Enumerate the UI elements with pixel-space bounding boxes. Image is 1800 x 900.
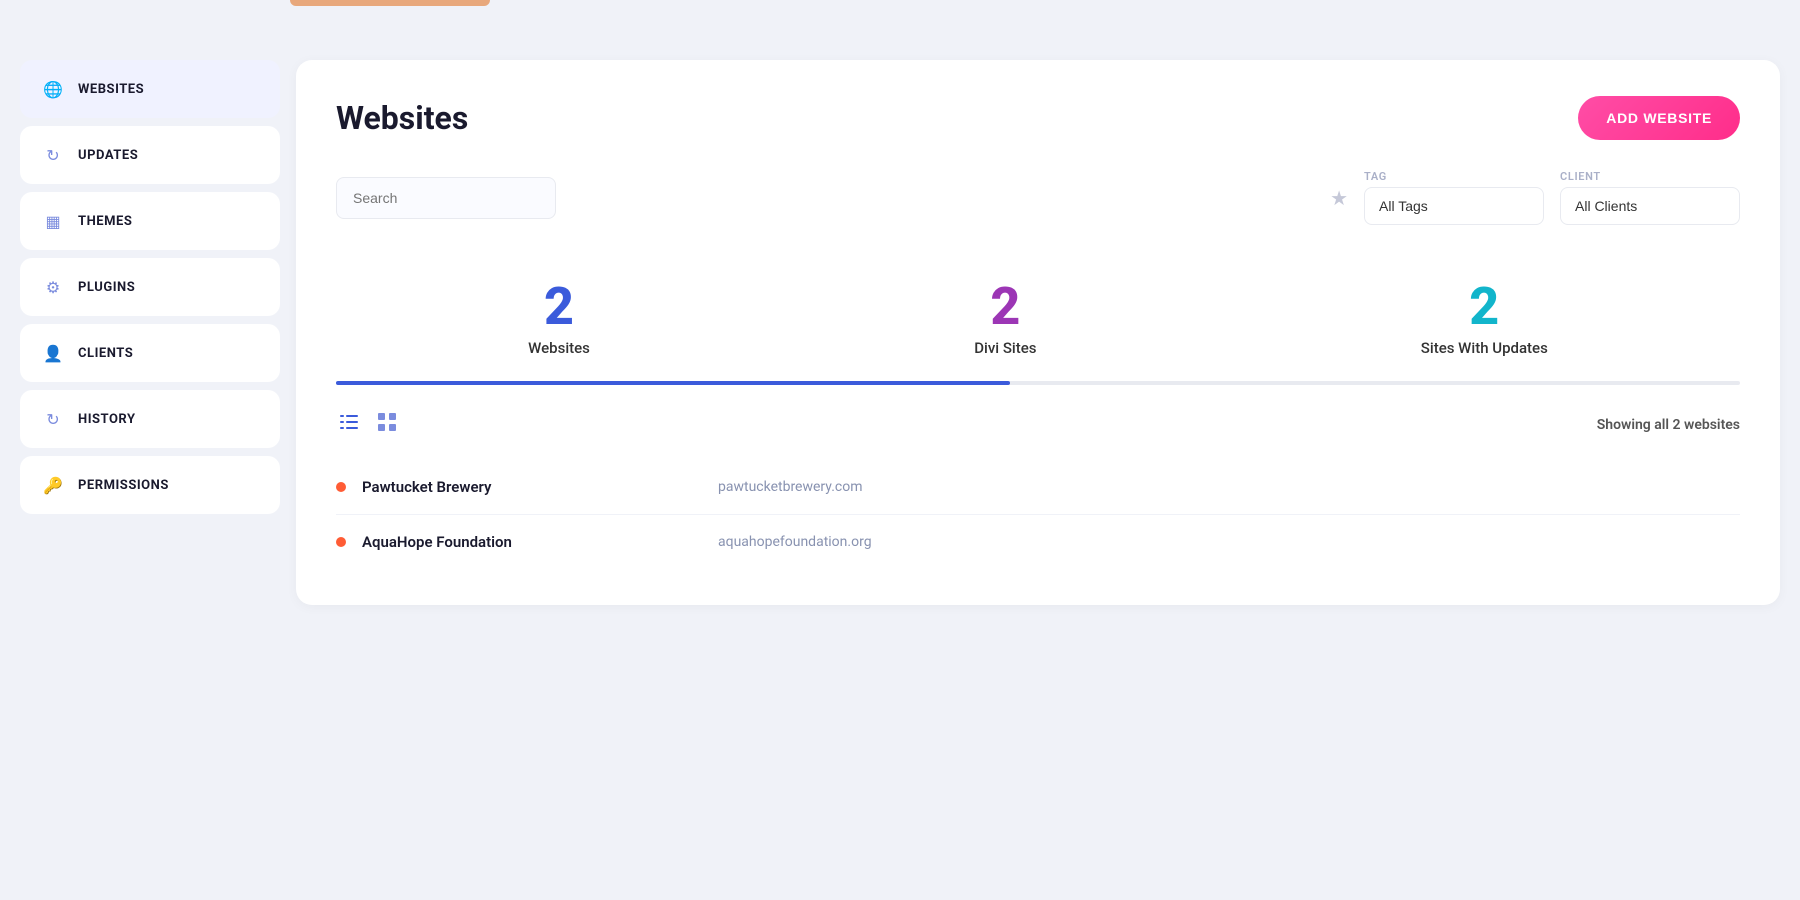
site-url: aquahopefoundation.org: [718, 534, 872, 550]
history-icon: ↻: [42, 408, 64, 430]
sidebar-label-plugins: PLUGINS: [78, 280, 135, 295]
table-row[interactable]: Pawtucket Brewery pawtucketbrewery.com: [336, 460, 1740, 515]
favorites-star-icon[interactable]: ★: [1330, 186, 1348, 210]
client-filter-label: CLIENT: [1560, 170, 1740, 183]
site-name: AquaHope Foundation: [362, 533, 582, 551]
table-row[interactable]: AquaHope Foundation aquahopefoundation.o…: [336, 515, 1740, 569]
sidebar-item-plugins[interactable]: ⚙ PLUGINS: [20, 258, 280, 316]
add-website-button[interactable]: ADD WEBSITE: [1578, 96, 1740, 140]
sidebar-item-permissions[interactable]: 🔑 PERMISSIONS: [20, 456, 280, 514]
list-view-button[interactable]: [336, 409, 362, 440]
sidebar-label-themes: THEMES: [78, 214, 132, 229]
client-filter-group: CLIENT All Clients: [1560, 170, 1740, 225]
sidebar-label-permissions: PERMISSIONS: [78, 478, 169, 493]
stats-row: 2 Websites 2 Divi Sites 2 Sites With Upd…: [336, 261, 1740, 381]
main-content: Websites ADD WEBSITE ★ TAG All Tags CLIE…: [296, 60, 1780, 605]
clients-icon: 👤: [42, 342, 64, 364]
list-view-icon: [340, 413, 358, 431]
filter-row: ★ TAG All Tags CLIENT All Clients: [336, 170, 1740, 225]
site-status-dot: [336, 482, 346, 492]
websites-icon: 🌐: [42, 78, 64, 100]
sidebar-label-clients: CLIENTS: [78, 346, 133, 361]
stat-label: Divi Sites: [974, 339, 1036, 357]
plugins-icon: ⚙: [42, 276, 64, 298]
app-layout: 🌐 WEBSITES ↻ UPDATES ▦ THEMES ⚙ PLUGINS …: [20, 60, 1780, 605]
tag-filter-group: TAG All Tags: [1364, 170, 1544, 225]
progress-bar: [336, 381, 1740, 385]
stat-divi-sites: 2 Divi Sites: [974, 281, 1036, 357]
site-url: pawtucketbrewery.com: [718, 479, 862, 495]
website-list: Pawtucket Brewery pawtucketbrewery.com A…: [336, 460, 1740, 569]
site-status-dot: [336, 537, 346, 547]
client-filter-select[interactable]: All Clients: [1560, 187, 1740, 225]
sidebar-label-history: HISTORY: [78, 412, 136, 427]
site-name: Pawtucket Brewery: [362, 478, 582, 496]
sidebar-label-websites: WEBSITES: [78, 82, 144, 97]
search-input[interactable]: [336, 177, 556, 219]
themes-icon: ▦: [42, 210, 64, 232]
tag-filter-select[interactable]: All Tags: [1364, 187, 1544, 225]
stat-sites-with-updates: 2 Sites With Updates: [1421, 281, 1548, 357]
progress-bar-fill: [336, 381, 1010, 385]
sidebar-label-updates: UPDATES: [78, 148, 138, 163]
stat-number: 2: [1421, 281, 1548, 333]
stat-number: 2: [974, 281, 1036, 333]
sidebar-item-history[interactable]: ↻ HISTORY: [20, 390, 280, 448]
list-count: Showing all 2 websites: [1597, 417, 1740, 433]
sidebar-item-clients[interactable]: 👤 CLIENTS: [20, 324, 280, 382]
sidebar: 🌐 WEBSITES ↻ UPDATES ▦ THEMES ⚙ PLUGINS …: [20, 60, 280, 605]
grid-view-button[interactable]: [374, 409, 400, 440]
sidebar-item-updates[interactable]: ↻ UPDATES: [20, 126, 280, 184]
updates-icon: ↻: [42, 144, 64, 166]
grid-view-icon: [378, 413, 396, 431]
main-header: Websites ADD WEBSITE: [336, 96, 1740, 140]
sidebar-item-themes[interactable]: ▦ THEMES: [20, 192, 280, 250]
stat-websites: 2 Websites: [528, 281, 590, 357]
page-title: Websites: [336, 99, 468, 137]
sidebar-item-websites[interactable]: 🌐 WEBSITES: [20, 60, 280, 118]
permissions-icon: 🔑: [42, 474, 64, 496]
tag-filter-label: TAG: [1364, 170, 1544, 183]
stat-label: Sites With Updates: [1421, 339, 1548, 357]
list-controls: Showing all 2 websites: [336, 409, 1740, 440]
stat-label: Websites: [528, 339, 590, 357]
stat-number: 2: [528, 281, 590, 333]
top-bar-indicator: [290, 0, 490, 6]
